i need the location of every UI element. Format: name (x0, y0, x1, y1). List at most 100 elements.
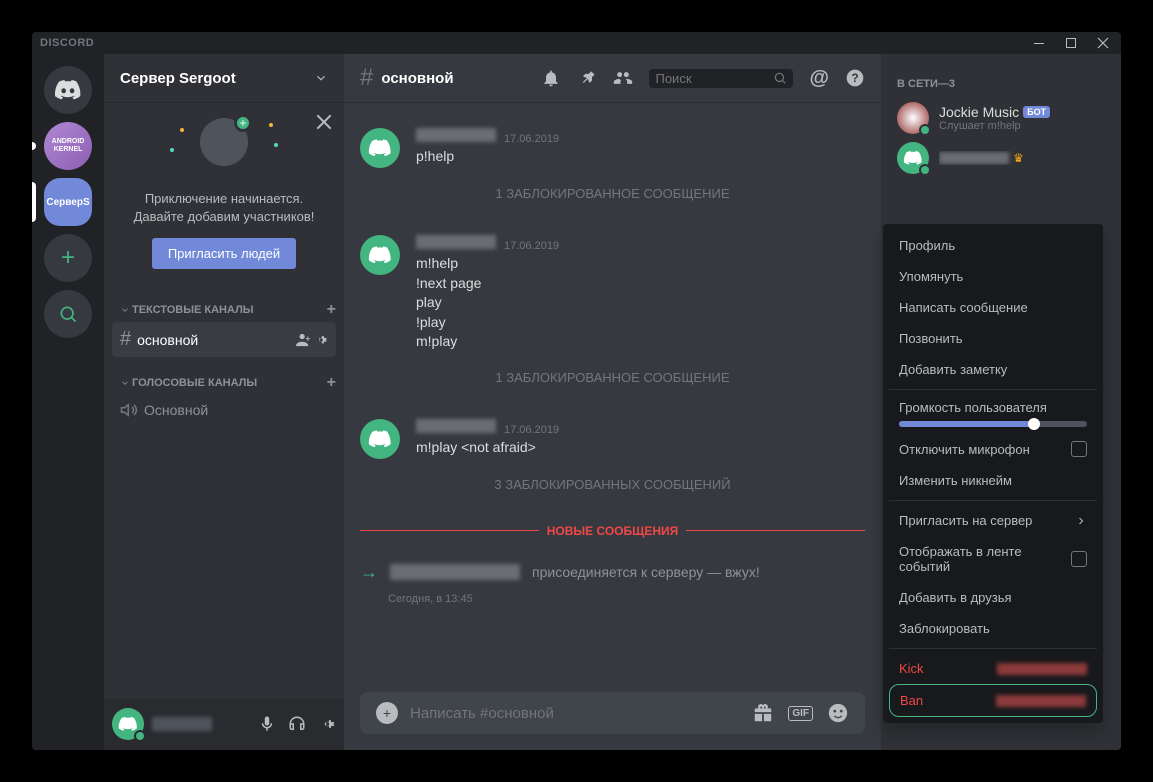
chat-area: # основной @ ? 1 (344, 54, 881, 750)
speaker-icon (120, 401, 138, 419)
text-channels-category[interactable]: ТЕКСТОВЫЕ КАНАЛЫ + (104, 285, 344, 321)
server-list: ANDROID KERNEL СерверS + (32, 54, 104, 750)
chevron-down-icon (120, 305, 130, 315)
deafen-icon[interactable] (288, 715, 306, 733)
bell-icon[interactable] (541, 68, 561, 88)
gift-icon[interactable] (752, 702, 774, 724)
chevron-right-icon (1075, 515, 1087, 527)
member-item[interactable]: Jockie MusicБОТ Слушает m!help (889, 98, 1113, 138)
add-channel-icon[interactable]: + (327, 301, 336, 319)
server-header[interactable]: Сервер Sergoot (104, 54, 344, 102)
chat-header: # основной @ ? (344, 54, 881, 102)
server-selected[interactable]: СерверS (44, 178, 92, 226)
avatar-placeholder: + (200, 118, 248, 166)
channel-title: основной (381, 70, 453, 87)
ctx-message[interactable]: Написать сообщение (889, 292, 1097, 323)
author-name[interactable] (416, 419, 496, 433)
avatar[interactable] (360, 419, 400, 459)
bot-tag: БОТ (1023, 106, 1050, 118)
discover-button[interactable] (44, 290, 92, 338)
checkbox[interactable] (1071, 441, 1087, 457)
search-icon (773, 71, 787, 85)
emoji-icon[interactable] (827, 702, 849, 724)
ctx-note[interactable]: Добавить заметку (889, 354, 1097, 385)
ctx-mention[interactable]: Упомянуть (889, 261, 1097, 292)
join-timestamp: Сегодня, в 13:45 (388, 593, 881, 605)
volume-slider[interactable] (899, 421, 1087, 427)
help-icon[interactable]: ? (845, 68, 865, 88)
gif-icon[interactable]: GIF (788, 706, 813, 721)
ctx-profile[interactable]: Профиль (889, 230, 1097, 261)
ctx-nickname[interactable]: Изменить никнейм (889, 465, 1097, 496)
hash-icon: # (360, 64, 373, 92)
app-logo: DISCORD (40, 37, 94, 49)
member-avatar (897, 142, 929, 174)
ctx-ban[interactable]: Ban (889, 684, 1097, 717)
message-compose: + GIF (360, 692, 865, 734)
home-server[interactable] (44, 66, 92, 114)
maximize-button[interactable] (1061, 33, 1081, 53)
pin-icon[interactable] (577, 68, 597, 88)
members-icon[interactable] (613, 68, 633, 88)
user-avatar[interactable] (112, 708, 144, 740)
ctx-kick[interactable]: Kick (889, 653, 1097, 684)
chevron-down-icon (314, 71, 328, 85)
invite-button[interactable]: Пригласить людей (152, 238, 296, 269)
member-name (939, 152, 1009, 164)
joined-username[interactable] (390, 564, 520, 580)
voice-channels-category[interactable]: ГОЛОСОВЫЕ КАНАЛЫ + (104, 358, 344, 394)
minimize-button[interactable] (1029, 33, 1049, 53)
hash-icon: # (120, 328, 131, 351)
join-arrow-icon: → (360, 562, 378, 583)
titlebar: DISCORD (32, 32, 1121, 54)
crown-icon: ♛ (1013, 151, 1024, 165)
user-panel (104, 698, 344, 750)
invite-card: + Приключение начинается. Давайте добави… (104, 102, 344, 285)
checkbox[interactable] (1071, 551, 1087, 567)
search-box[interactable] (649, 69, 793, 88)
add-user-icon[interactable] (296, 333, 310, 347)
settings-icon[interactable] (318, 715, 336, 733)
ctx-mute[interactable]: Отключить микрофон (889, 433, 1097, 465)
new-messages-divider: НОВЫЕ СООБЩЕНИЯ (360, 524, 865, 538)
add-server-button[interactable]: + (44, 234, 92, 282)
message: 17.06.2019 m!help !next page play !play … (344, 233, 881, 354)
mute-icon[interactable] (258, 715, 276, 733)
message: 17.06.2019 m!play <not afraid> (344, 417, 881, 461)
member-avatar (897, 102, 929, 134)
gear-icon[interactable] (314, 333, 328, 347)
username (152, 717, 212, 731)
author-name[interactable] (416, 128, 496, 142)
ctx-block[interactable]: Заблокировать (889, 613, 1097, 644)
close-button[interactable] (1093, 33, 1113, 53)
voice-channel[interactable]: Основной (112, 395, 336, 425)
search-input[interactable] (655, 71, 773, 86)
text-channel[interactable]: # основной (112, 322, 336, 357)
ctx-feed[interactable]: Отображать в ленте событий (889, 536, 1097, 582)
members-header: В СЕТИ—3 (889, 70, 1113, 98)
mentions-icon[interactable]: @ (809, 67, 829, 90)
channel-sidebar: Сервер Sergoot + Приключение начинается.… (104, 54, 344, 750)
message-input[interactable] (410, 705, 740, 722)
user-context-menu: Профиль Упомянуть Написать сообщение Поз… (883, 224, 1103, 723)
messages-list: 17.06.2019 p!help 1 ЗАБЛОКИРОВАННОЕ СООБ… (344, 102, 881, 676)
join-message: → присоединяется к серверу — вжух! (344, 554, 881, 591)
blocked-notice[interactable]: 1 ЗАБЛОКИРОВАННОЕ СООБЩЕНИЕ (344, 354, 881, 401)
ctx-friend[interactable]: Добавить в друзья (889, 582, 1097, 613)
invite-text: Приключение начинается. Давайте добавим … (120, 190, 328, 226)
server-name: Сервер Sergoot (120, 70, 236, 87)
svg-text:?: ? (851, 72, 858, 85)
add-channel-icon[interactable]: + (327, 374, 336, 392)
attach-button[interactable]: + (376, 702, 398, 724)
ctx-invite[interactable]: Пригласить на сервер (889, 505, 1097, 536)
member-item[interactable]: ♛ (889, 138, 1113, 178)
ctx-call[interactable]: Позвонить (889, 323, 1097, 354)
blocked-notice[interactable]: 3 ЗАБЛОКИРОВАННЫХ СООБЩЕНИЙ (344, 461, 881, 508)
avatar[interactable] (360, 235, 400, 275)
message: 17.06.2019 p!help (344, 126, 881, 170)
blocked-notice[interactable]: 1 ЗАБЛОКИРОВАННОЕ СООБЩЕНИЕ (344, 170, 881, 217)
ctx-volume[interactable]: Громкость пользователя (889, 394, 1097, 433)
author-name[interactable] (416, 235, 496, 249)
avatar[interactable] (360, 128, 400, 168)
server-android[interactable]: ANDROID KERNEL (44, 122, 92, 170)
